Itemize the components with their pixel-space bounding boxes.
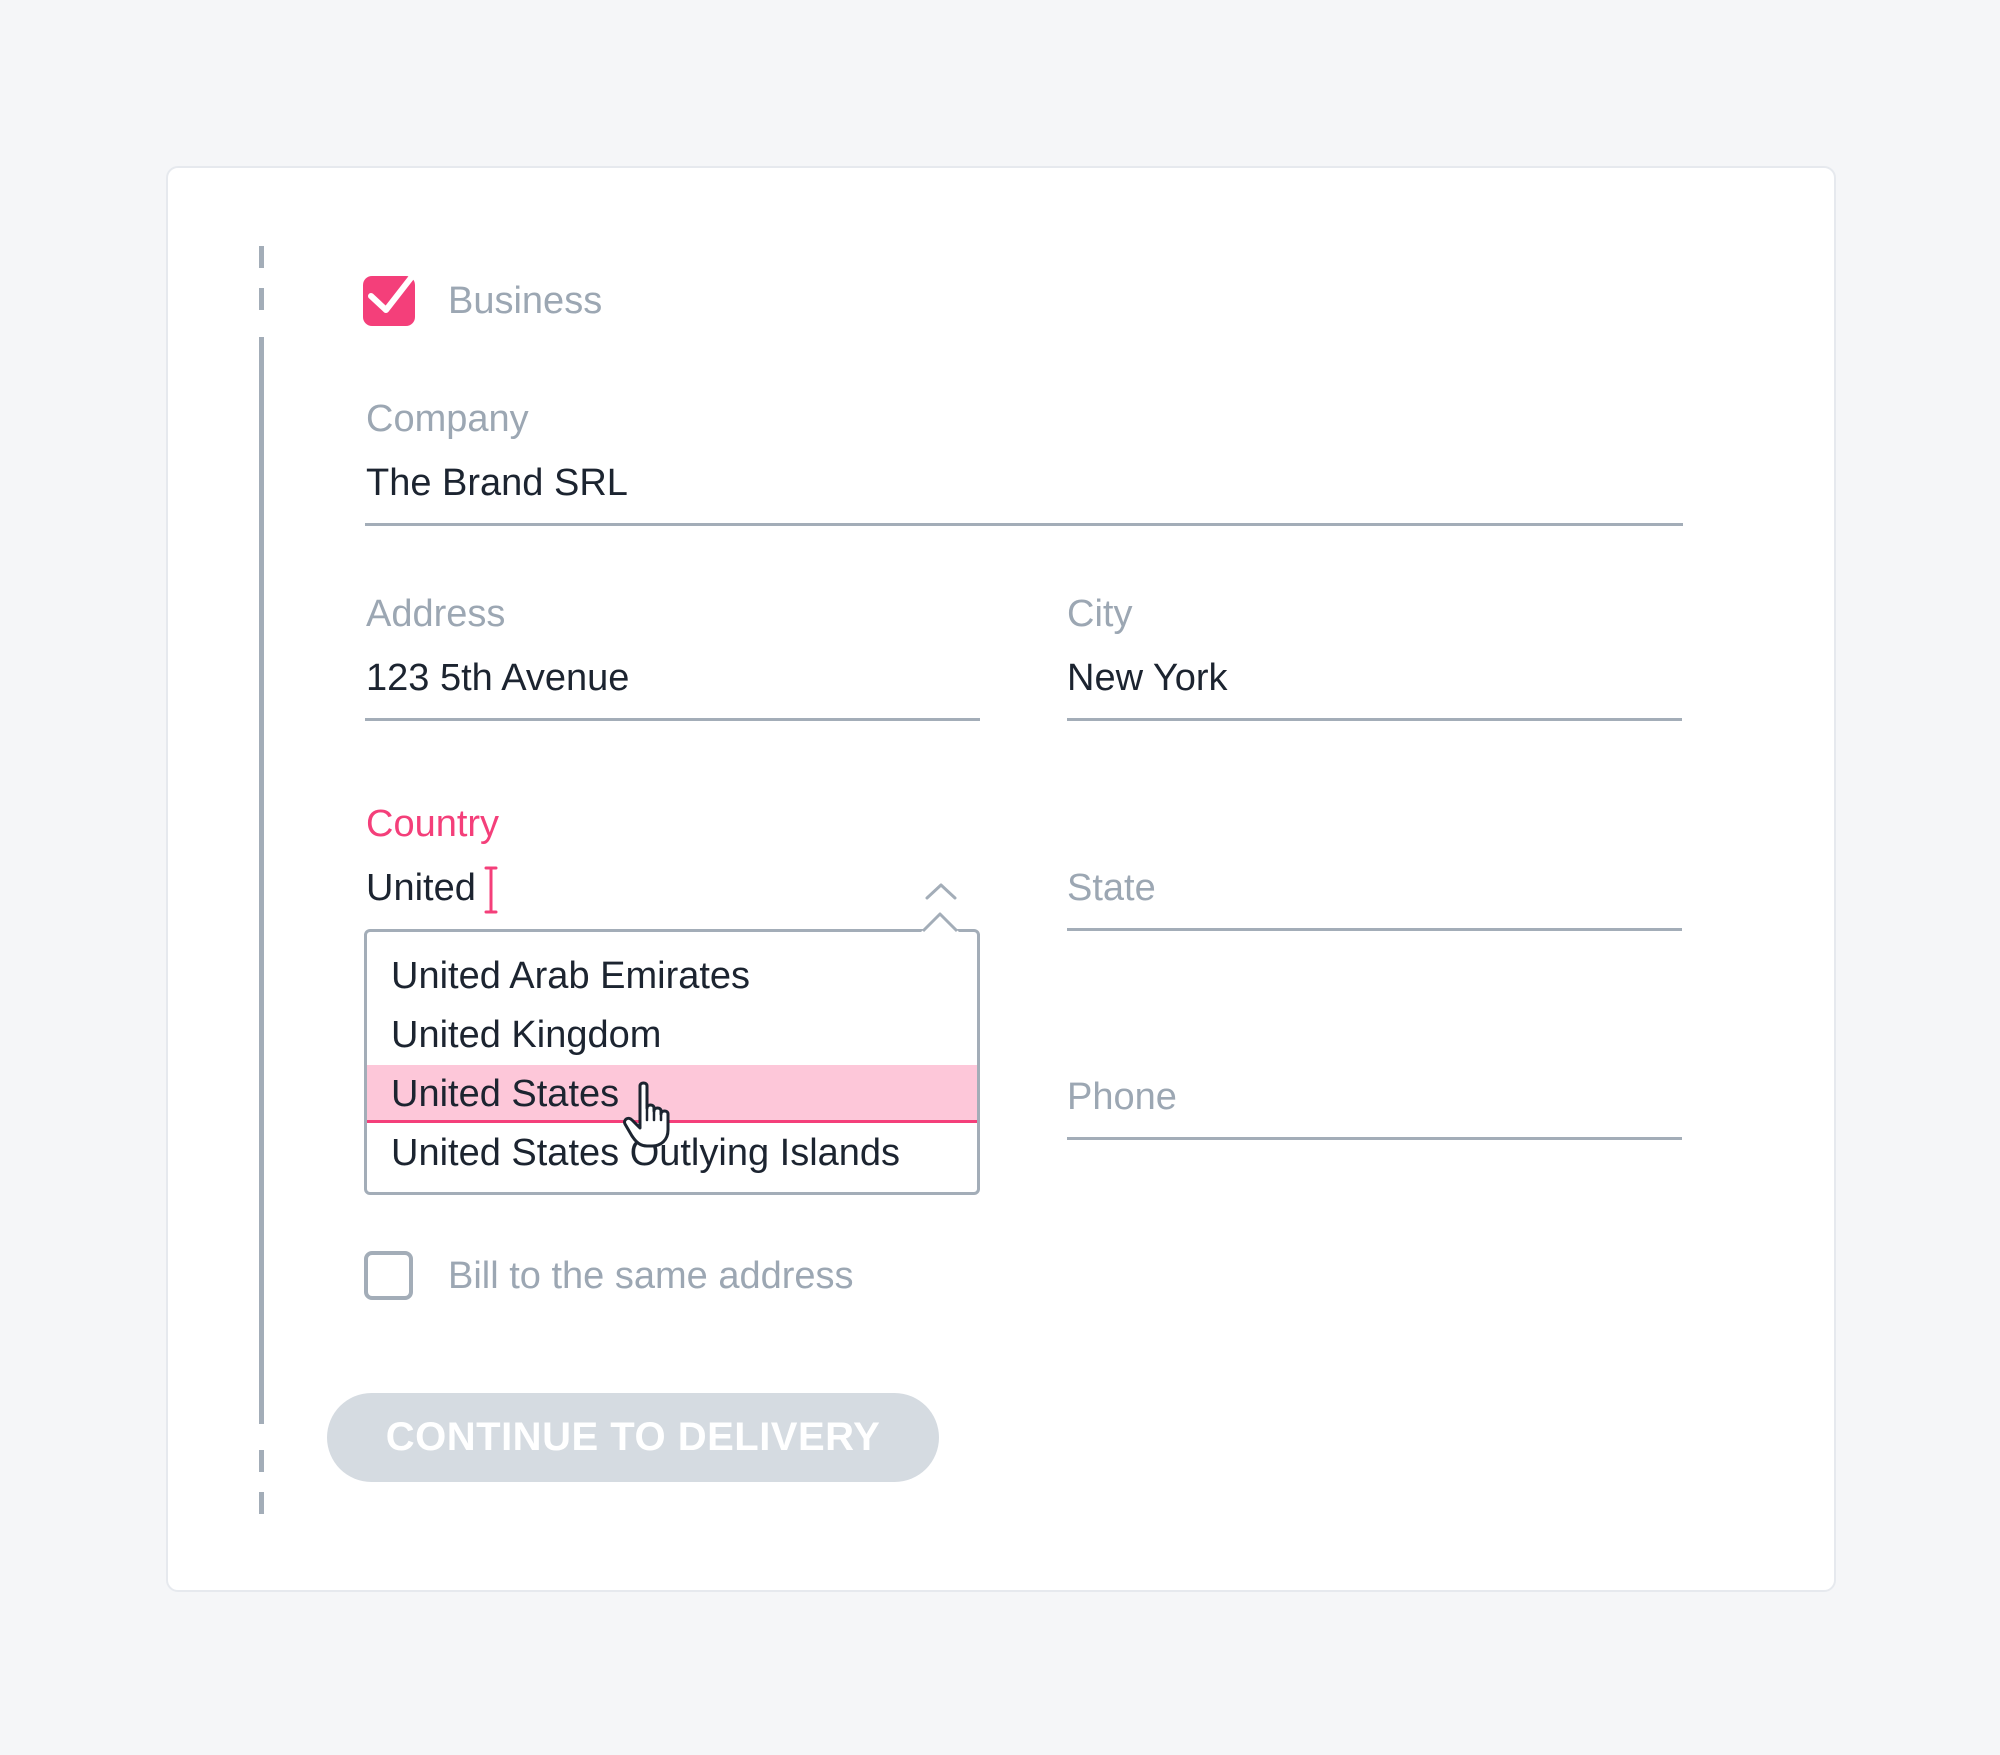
company-input[interactable]: The Brand SRL (366, 462, 628, 505)
company-underline (365, 523, 1683, 526)
address-input[interactable]: 123 5th Avenue (366, 657, 629, 700)
stepper-rail-dash-top-2 (259, 288, 264, 310)
hand-pointer-icon (623, 1081, 670, 1148)
city-input[interactable]: New York (1067, 657, 1228, 700)
check-icon (368, 271, 417, 313)
bill-same-address-label: Bill to the same address (448, 1255, 854, 1297)
country-label: Country (366, 803, 500, 845)
stepper-rail-dash-bottom-1 (259, 1450, 264, 1472)
address-label: Address (366, 593, 506, 635)
business-label: Business (448, 280, 603, 322)
country-option-uk[interactable]: United Kingdom (367, 1006, 977, 1064)
city-label: City (1067, 593, 1133, 635)
address-underline (365, 718, 980, 721)
continue-to-delivery-button[interactable]: CONTINUE TO DELIVERY (327, 1393, 939, 1482)
phone-input[interactable]: Phone (1067, 1076, 1177, 1119)
stepper-rail-dash-top-1 (259, 246, 264, 268)
chevron-up-icon[interactable] (924, 880, 958, 902)
state-underline (1067, 928, 1682, 931)
company-label: Company (366, 398, 529, 440)
text-cursor-icon (484, 866, 498, 914)
country-option-uae[interactable]: United Arab Emirates (367, 947, 977, 1005)
stepper-rail-dash-bottom-2 (259, 1492, 264, 1514)
bill-same-address-checkbox[interactable] (364, 1251, 413, 1300)
country-dropdown: United Arab Emirates United Kingdom Unit… (364, 929, 980, 1195)
dropdown-notch (921, 912, 959, 933)
business-checkbox[interactable] (363, 271, 417, 326)
state-input[interactable]: State (1067, 867, 1156, 910)
country-input[interactable]: United (366, 867, 476, 910)
city-underline (1067, 718, 1682, 721)
stepper-rail (259, 337, 264, 1424)
phone-underline (1067, 1137, 1682, 1140)
